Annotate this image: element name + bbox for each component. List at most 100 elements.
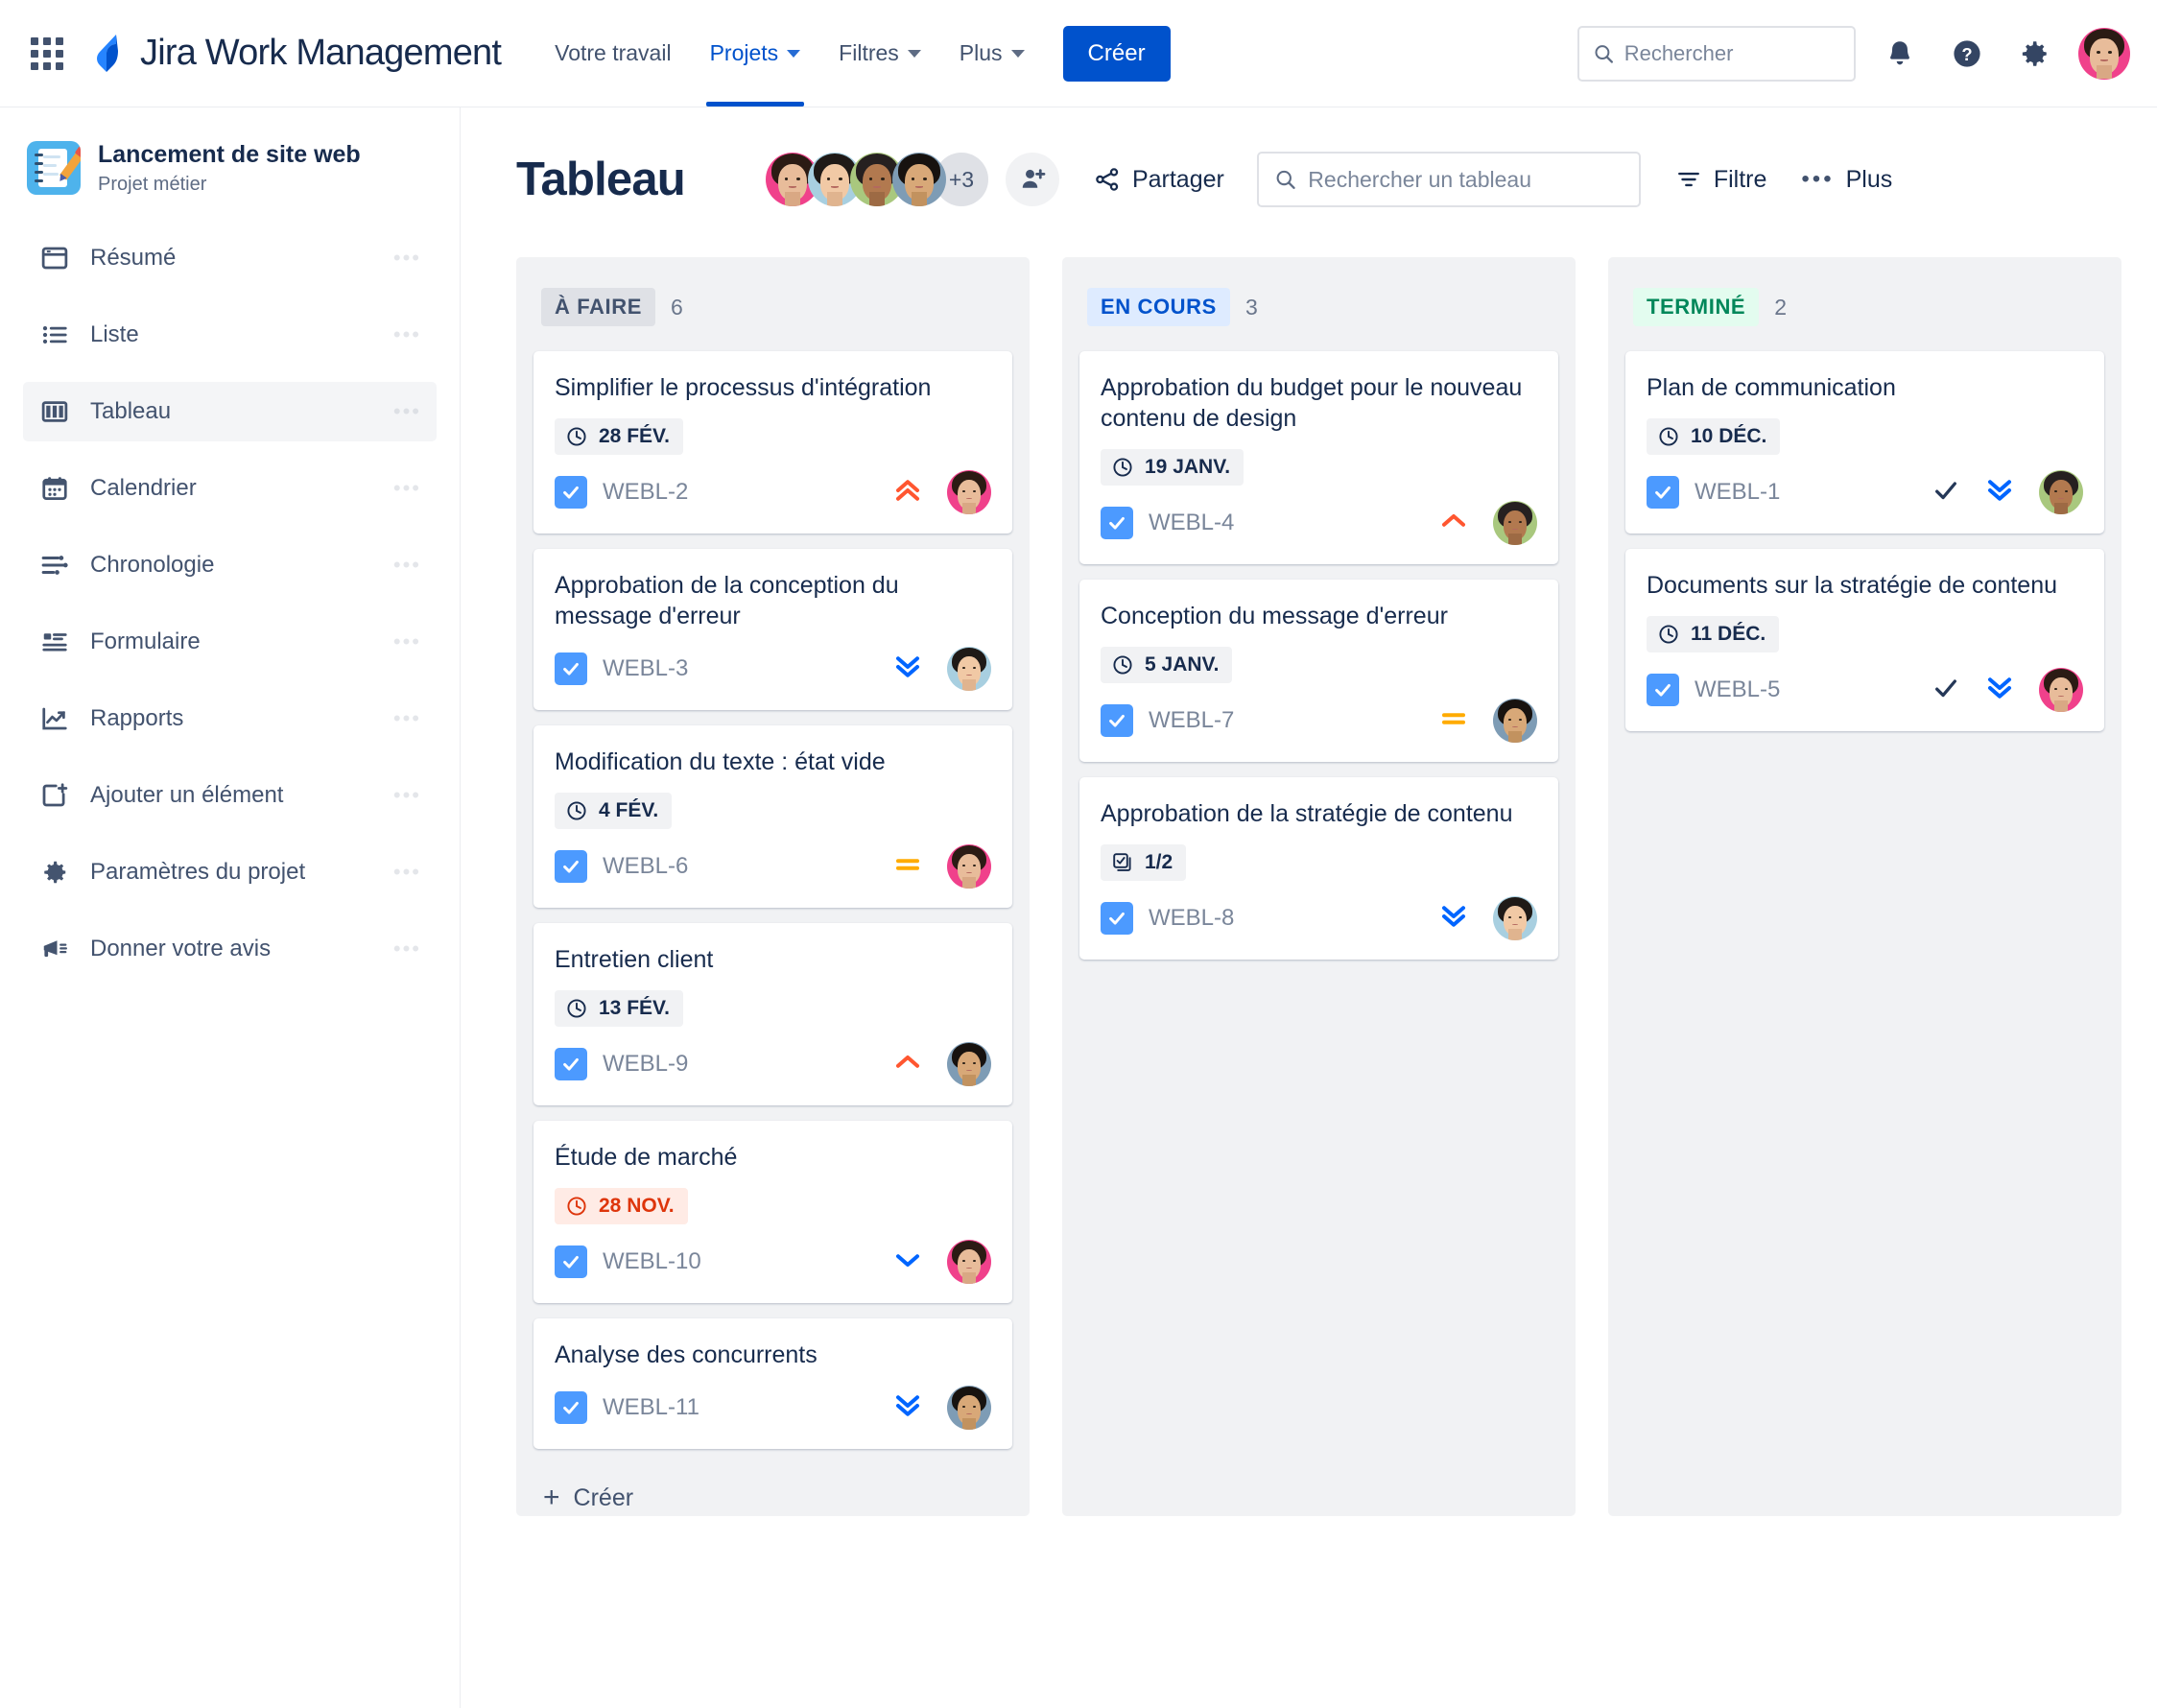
board-card[interactable]: Approbation de la conception du message … [533,549,1012,710]
board-card[interactable]: Entretien client 13 FÉV. WEBL-9 [533,923,1012,1105]
assignee-avatar[interactable] [1493,699,1537,743]
filter-button[interactable]: Filtre [1675,166,1766,194]
item-options-icon[interactable]: ••• [393,399,421,424]
priority-high-icon [1437,507,1470,540]
sidebar-item-ajouter-element[interactable]: Ajouter un élément ••• [23,766,437,825]
sidebar-item-tableau[interactable]: Tableau ••• [23,382,437,441]
board-card[interactable]: Conception du message d'erreur 5 JANV. W… [1079,580,1558,762]
create-card-label: Créer [573,1483,634,1511]
item-options-icon[interactable]: ••• [393,783,421,808]
sidebar-item-rapports[interactable]: Rapports ••• [23,689,437,748]
assignee-avatar[interactable] [947,1386,991,1430]
more-button[interactable]: ••• Plus [1801,166,1892,194]
card-footer: WEBL-9 [555,1042,991,1086]
task-type-icon [555,1048,587,1080]
assignee-avatar[interactable] [947,1240,991,1284]
board-card[interactable]: Analyse des concurrents WEBL-11 [533,1318,1012,1449]
sidebar-item-formulaire[interactable]: Formulaire ••• [23,612,437,672]
item-options-icon[interactable]: ••• [393,476,421,501]
project-sidebar: Lancement de site web Projet métier Résu… [0,107,461,1708]
board-card[interactable]: Plan de communication 10 DÉC. WEBL-1 [1625,351,2104,534]
board-card[interactable]: Approbation de la stratégie de contenu 1… [1079,777,1558,960]
priority-lowest-icon [891,1391,924,1425]
member-avatar-group: +3 [765,153,988,206]
issue-key[interactable]: WEBL-5 [1695,676,1780,703]
nav-plus[interactable]: Plus [942,0,1042,107]
sidebar-item-calendrier[interactable]: Calendrier ••• [23,459,437,518]
issue-key[interactable]: WEBL-8 [1149,905,1234,932]
nav-label: Filtres [839,40,899,65]
card-footer: WEBL-3 [555,647,991,691]
item-options-icon[interactable]: ••• [393,937,421,961]
nav-projets[interactable]: Projets [693,0,818,107]
card-footer: WEBL-5 [1647,668,2083,712]
sidebar-item-parametres-projet[interactable]: Paramètres du projet ••• [23,842,437,902]
project-header[interactable]: Lancement de site web Projet métier [23,140,437,196]
nav-label: Projets [709,40,779,65]
assignee-avatar[interactable] [1493,501,1537,545]
assignee-avatar[interactable] [2039,668,2083,712]
brand-logo-and-name[interactable]: Jira Work Management [88,33,502,75]
board-card[interactable]: Documents sur la stratégie de contenu 11… [1625,549,2104,731]
column-status-chip: EN COURS [1087,288,1230,326]
assignee-avatar[interactable] [2039,470,2083,514]
task-type-icon [555,1245,587,1278]
item-options-icon[interactable]: ••• [393,246,421,271]
profile-avatar[interactable] [2078,27,2130,80]
item-options-icon[interactable]: ••• [393,706,421,731]
help-icon[interactable]: ? [1944,31,1990,77]
due-date-text: 4 FÉV. [599,799,659,821]
svg-text:?: ? [1961,44,1972,64]
assignee-avatar[interactable] [947,1042,991,1086]
plus-icon: + [543,1482,560,1513]
global-search[interactable] [1577,25,1856,82]
create-card-button[interactable]: + Créer [533,1464,1012,1516]
app-switcher-icon[interactable] [31,36,63,70]
issue-key[interactable]: WEBL-3 [603,655,688,682]
issue-key[interactable]: WEBL-6 [603,853,688,880]
due-date-badge: 10 DÉC. [1647,418,1781,455]
sidebar-item-donner-avis[interactable]: Donner votre avis ••• [23,919,437,979]
board-search-input[interactable] [1308,166,1624,193]
nav-filtres[interactable]: Filtres [821,0,938,107]
done-check-icon [1932,477,1960,509]
assignee-avatar[interactable] [947,647,991,691]
sidebar-item-liste[interactable]: Liste ••• [23,305,437,365]
app-title: Jira Work Management [140,33,502,73]
share-icon [1096,168,1119,191]
sidebar-item-chronologie[interactable]: Chronologie ••• [23,535,437,595]
board-card[interactable]: Étude de marché 28 NOV. WEBL-10 [533,1121,1012,1303]
item-options-icon[interactable]: ••• [393,860,421,885]
settings-gear-icon[interactable] [2011,31,2057,77]
board-header: Tableau +3 Partager Rechercher un tablea… [516,152,2157,207]
board-card[interactable]: Approbation du budget pour le nouveau co… [1079,351,1558,564]
issue-key[interactable]: WEBL-10 [603,1248,701,1275]
share-button[interactable]: Partager [1094,166,1224,194]
board-columns: À FAIRE 6 Simplifier le processus d'inté… [516,257,2157,1516]
assignee-avatar[interactable] [1493,896,1537,940]
board-card[interactable]: Modification du texte : état vide 4 FÉV. [533,725,1012,908]
issue-key[interactable]: WEBL-11 [603,1394,699,1421]
issue-key[interactable]: WEBL-4 [1149,510,1234,536]
card-title: Documents sur la stratégie de contenu [1647,572,2058,599]
board-search[interactable] [1256,152,1641,207]
item-options-icon[interactable]: ••• [393,629,421,654]
assignee-avatar[interactable] [947,470,991,514]
notifications-icon[interactable] [1877,31,1923,77]
assignee-avatar[interactable] [947,844,991,889]
task-type-icon [1647,674,1679,706]
item-options-icon[interactable]: ••• [393,553,421,578]
issue-key[interactable]: WEBL-9 [603,1051,688,1078]
issue-key[interactable]: WEBL-2 [603,479,688,506]
sidebar-item-resume[interactable]: Résumé ••• [23,228,437,288]
issue-key[interactable]: WEBL-1 [1695,479,1780,506]
search-input[interactable] [1624,40,1840,66]
add-item-icon [38,779,71,812]
issue-key[interactable]: WEBL-7 [1149,707,1234,734]
create-button[interactable]: Créer [1062,25,1171,82]
add-person-icon[interactable] [1005,153,1059,206]
board-card[interactable]: Simplifier le processus d'intégration 28… [533,351,1012,534]
nav-votre-travail[interactable]: Votre travail [537,0,688,107]
avatar[interactable] [891,153,946,206]
item-options-icon[interactable]: ••• [393,322,421,347]
